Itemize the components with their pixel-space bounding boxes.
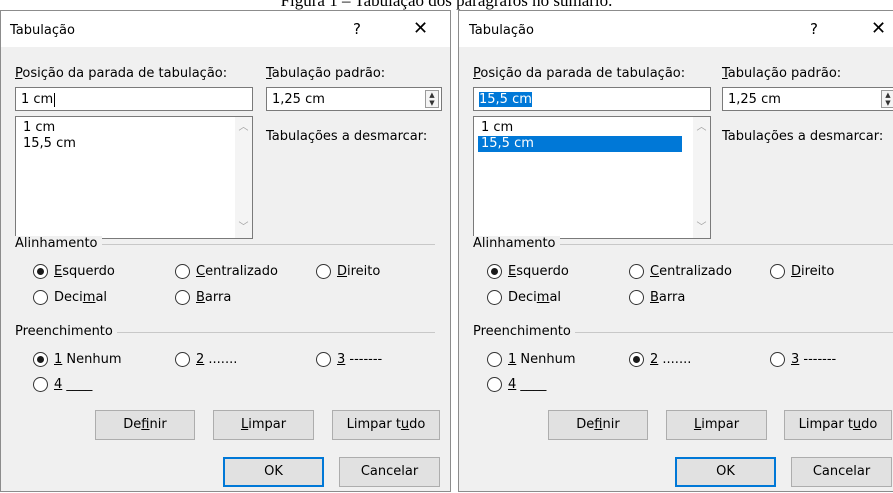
position-label: Posição da parada de tabulação: [15,66,228,81]
clear-button[interactable]: Limpar [213,410,314,440]
alignment-title: Alinhamento [15,236,102,251]
list-scrollbar[interactable]: ︿ ﹀ [693,117,710,238]
define-button[interactable]: Definir [548,410,648,440]
radio-dot [37,268,44,275]
list-item[interactable]: 1 cm [478,120,516,136]
clear-all-button[interactable]: Limpar tudo [784,410,892,440]
help-button[interactable]: ? [353,20,361,38]
alignment-group: Alinhamento [473,236,893,251]
scroll-up-icon[interactable]: ︿ [693,119,710,136]
dialog-title: Tabulação [10,23,75,38]
clear-all-button[interactable]: Limpar tudo [332,410,440,440]
list-item[interactable]: 1 cm [20,120,58,136]
leader-group: Preenchimento [15,324,435,339]
tabs-dialog-left: Tabulação ? ✕ Posição da parada de tabul… [0,10,451,492]
dialog-title: Tabulação [469,23,534,38]
default-tab-spinner[interactable]: 1,25 cm ▲ ▼ [722,87,893,111]
ok-button[interactable]: OK [675,457,776,487]
leader-title: Preenchimento [15,324,117,339]
leader-group: Preenchimento [473,324,893,339]
tab-stops-list[interactable]: 1 cm 15,5 cm ︿ ﹀ [15,116,253,239]
close-icon[interactable]: ✕ [871,18,886,39]
radio-dot [37,356,44,363]
tabs-to-clear-label: Tabulações a desmarcar: [722,129,884,144]
alignment-group: Alinhamento [15,236,435,251]
tab-position-input[interactable]: 1 cm [15,87,253,111]
list-item-selected[interactable]: 15,5 cm [478,136,682,152]
radio-dot [491,268,498,275]
scroll-up-icon[interactable]: ︿ [235,119,252,136]
scroll-down-icon[interactable]: ﹀ [693,219,710,236]
default-tab-spinner[interactable]: 1,25 cm ▲ ▼ [266,87,442,111]
list-scrollbar[interactable]: ︿ ﹀ [235,117,252,238]
tabs-to-clear-label: Tabulações a desmarcar: [266,129,428,144]
spinner-arrows-icon[interactable]: ▲ ▼ [425,90,439,108]
cancel-button[interactable]: Cancelar [791,457,892,487]
default-tab-label: Tabulação padrão: [722,66,842,81]
leader-title: Preenchimento [473,324,575,339]
help-button[interactable]: ? [810,20,818,38]
cancel-button[interactable]: Cancelar [339,457,440,487]
clear-button[interactable]: Limpar [666,410,767,440]
text-caret [54,92,56,107]
alignment-title: Alinhamento [473,236,560,251]
tab-stops-list[interactable]: 1 cm 15,5 cm ︿ ﹀ [473,116,711,239]
radio-dot [633,356,640,363]
title-bar: Tabulação ? ✕ [1,11,450,47]
define-button[interactable]: Definir [95,410,195,440]
spinner-arrows-icon[interactable]: ▲ ▼ [881,90,893,108]
tab-position-input[interactable]: 15,5 cm [473,87,711,111]
default-tab-label: Tabulação padrão: [266,66,386,81]
ok-button[interactable]: OK [223,457,324,487]
tabs-dialog-right: Tabulação ? ✕ Posição da parada de tabul… [458,10,893,492]
position-label: Posição da parada de tabulação: [473,66,686,81]
list-item[interactable]: 15,5 cm [20,136,79,152]
close-icon[interactable]: ✕ [413,18,428,39]
scroll-down-icon[interactable]: ﹀ [235,219,252,236]
title-bar: Tabulação ? ✕ [459,11,893,47]
